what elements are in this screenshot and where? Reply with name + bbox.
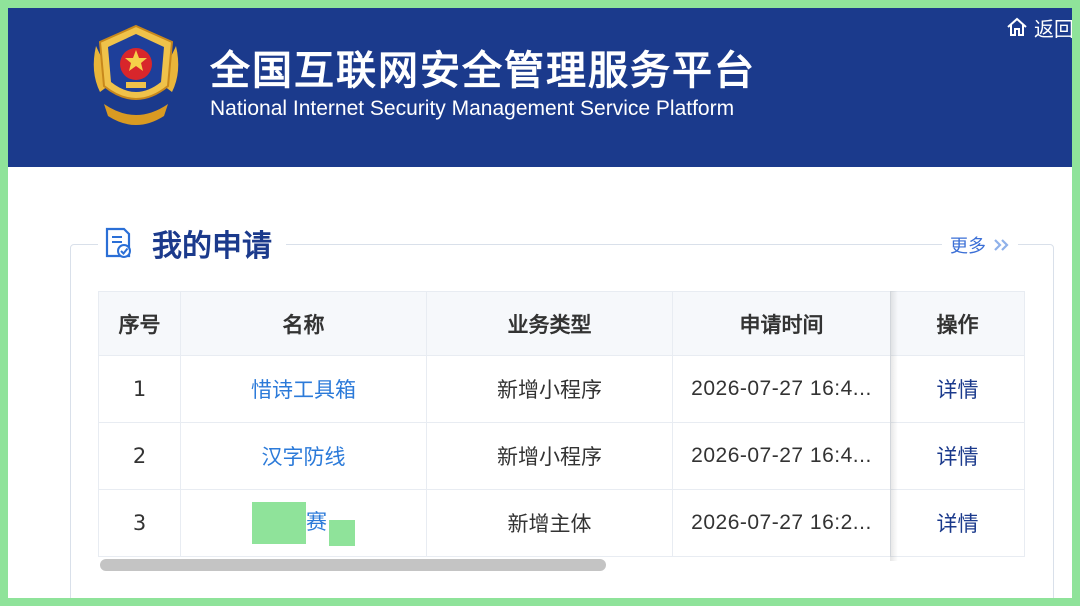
apply-time: 2026-07-27 16:2... xyxy=(672,489,891,557)
row-index: 1 xyxy=(98,355,181,423)
column-header-name: 名称 xyxy=(180,291,427,356)
document-check-icon xyxy=(105,227,131,258)
police-emblem-icon xyxy=(93,24,179,125)
site-title-cn: 全国互联网安全管理服务平台 xyxy=(210,48,756,94)
business-type: 新增主体 xyxy=(426,489,673,557)
table-row: 2 汉字防线 新增小程序 2026-07-27 16:4... 详情 xyxy=(98,422,1025,490)
home-icon xyxy=(1007,17,1027,36)
site-title-en: National Internet Security Management Se… xyxy=(210,97,735,120)
detail-link[interactable]: 详情 xyxy=(890,422,1025,490)
column-header-index: 序号 xyxy=(98,291,181,356)
row-index: 3 xyxy=(98,489,181,557)
home-return-button[interactable]: 返回 xyxy=(1006,12,1072,42)
table-header-row: 序号 名称 业务类型 申请时间 操作 xyxy=(98,291,1025,356)
column-header-time: 申请时间 xyxy=(672,291,891,356)
app-name-partial: 赛 xyxy=(306,510,327,534)
table-row: 1 惜诗工具箱 新增小程序 2026-07-27 16:4... 详情 xyxy=(98,355,1025,423)
applications-table: 序号 名称 业务类型 申请时间 操作 1 惜诗工具箱 新增小程序 2026-07… xyxy=(98,291,1025,576)
more-link[interactable]: 更多 xyxy=(942,230,1018,260)
double-chevron-right-icon xyxy=(994,239,1009,251)
redaction-block xyxy=(252,502,306,544)
fixed-column-shadow xyxy=(890,291,898,561)
table-row: 3 赛 新增主体 2026-07-27 16:2... 详情 xyxy=(98,489,1025,557)
app-name-link[interactable]: 赛 xyxy=(180,489,427,557)
business-type: 新增小程序 xyxy=(426,355,673,423)
column-header-action: 操作 xyxy=(890,291,1025,356)
horizontal-scrollbar[interactable] xyxy=(100,559,606,571)
app-name-link[interactable]: 汉字防线 xyxy=(180,422,427,490)
apply-time: 2026-07-27 16:4... xyxy=(672,422,891,490)
app-frame: 全国互联网安全管理服务平台 National Internet Security… xyxy=(8,8,1072,598)
more-label: 更多 xyxy=(950,236,986,257)
app-name-link[interactable]: 惜诗工具箱 xyxy=(180,355,427,423)
column-header-type: 业务类型 xyxy=(426,291,673,356)
apply-time: 2026-07-27 16:4... xyxy=(672,355,891,423)
detail-link[interactable]: 详情 xyxy=(890,355,1025,423)
section-header: 我的申请 xyxy=(98,222,286,264)
site-header: 全国互联网安全管理服务平台 National Internet Security… xyxy=(8,8,1072,167)
row-index: 2 xyxy=(98,422,181,490)
section-title: 我的申请 xyxy=(152,229,272,264)
detail-link[interactable]: 详情 xyxy=(890,489,1025,557)
home-return-label: 返回 xyxy=(1034,16,1072,41)
business-type: 新增小程序 xyxy=(426,422,673,490)
redaction-block xyxy=(329,520,355,546)
